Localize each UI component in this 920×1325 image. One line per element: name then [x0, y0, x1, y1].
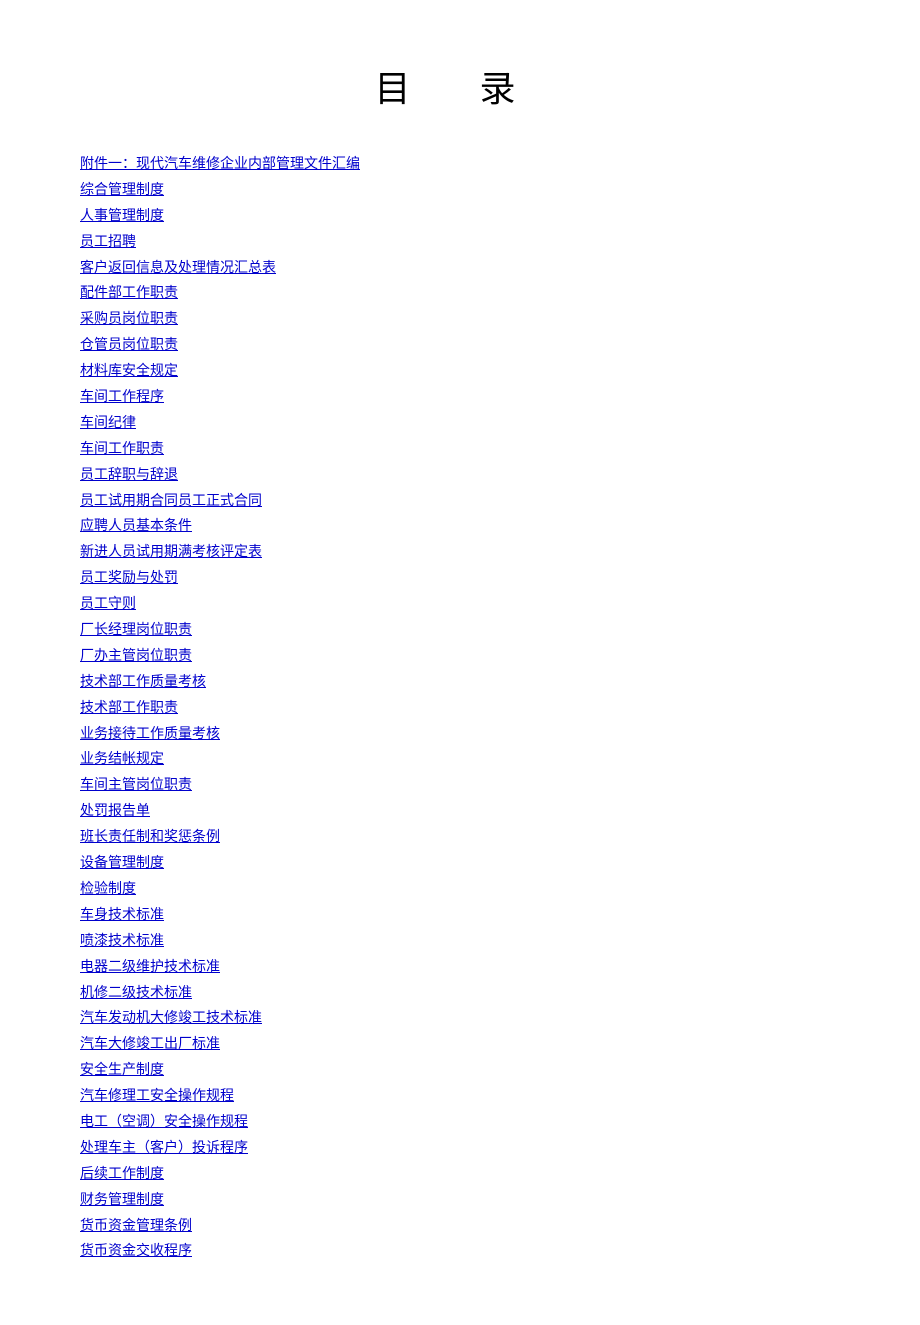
toc-item: 车间工作职责 — [80, 437, 840, 463]
toc-item: 设备管理制度 — [80, 851, 840, 877]
toc-item: 员工招聘 — [80, 230, 840, 256]
toc-link-14[interactable]: 应聘人员基本条件 — [80, 519, 192, 534]
toc-link-34[interactable]: 汽车大修竣工出厂标准 — [80, 1037, 220, 1052]
toc-link-35[interactable]: 安全生产制度 — [80, 1063, 164, 1078]
toc-item: 采购员岗位职责 — [80, 307, 840, 333]
toc-item: 财务管理制度 — [80, 1188, 840, 1214]
toc-item: 机修二级技术标准 — [80, 981, 840, 1007]
toc-link-30[interactable]: 喷漆技术标准 — [80, 934, 164, 949]
toc-link-32[interactable]: 机修二级技术标准 — [80, 986, 192, 1001]
toc-item: 汽车发动机大修竣工技术标准 — [80, 1006, 840, 1032]
toc-item: 班长责任制和奖惩条例 — [80, 825, 840, 851]
toc-link-36[interactable]: 汽车修理工安全操作规程 — [80, 1089, 234, 1104]
toc-link-1[interactable]: 综合管理制度 — [80, 183, 164, 198]
toc-item: 仓管员岗位职责 — [80, 333, 840, 359]
toc-link-17[interactable]: 员工守则 — [80, 597, 136, 612]
toc-item: 处理车主（客户）投诉程序 — [80, 1136, 840, 1162]
toc-link-10[interactable]: 车间纪律 — [80, 416, 136, 431]
toc-link-16[interactable]: 员工奖励与处罚 — [80, 571, 178, 586]
toc-link-40[interactable]: 财务管理制度 — [80, 1193, 164, 1208]
toc-link-9[interactable]: 车间工作程序 — [80, 390, 164, 405]
toc-item: 厂办主管岗位职责 — [80, 644, 840, 670]
toc-link-2[interactable]: 人事管理制度 — [80, 209, 164, 224]
toc-item: 车间工作程序 — [80, 385, 840, 411]
toc-link-20[interactable]: 技术部工作质量考核 — [80, 675, 206, 690]
toc-link-39[interactable]: 后续工作制度 — [80, 1167, 164, 1182]
toc-item: 员工辞职与辞退 — [80, 463, 840, 489]
toc-link-26[interactable]: 班长责任制和奖惩条例 — [80, 830, 220, 845]
toc-link-15[interactable]: 新进人员试用期满考核评定表 — [80, 545, 262, 560]
toc-link-22[interactable]: 业务接待工作质量考核 — [80, 727, 220, 742]
toc-link-24[interactable]: 车间主管岗位职责 — [80, 778, 192, 793]
toc-link-12[interactable]: 员工辞职与辞退 — [80, 468, 178, 483]
toc-link-19[interactable]: 厂办主管岗位职责 — [80, 649, 192, 664]
toc-item: 客户返回信息及处理情况汇总表 — [80, 256, 840, 282]
toc-item: 业务结帐规定 — [80, 747, 840, 773]
toc-item: 员工试用期合同员工正式合同 — [80, 489, 840, 515]
toc-link-28[interactable]: 检验制度 — [80, 882, 136, 897]
toc-item: 应聘人员基本条件 — [80, 514, 840, 540]
toc-link-25[interactable]: 处罚报告单 — [80, 804, 150, 819]
toc-item: 材料库安全规定 — [80, 359, 840, 385]
toc-item: 处罚报告单 — [80, 799, 840, 825]
toc-link-27[interactable]: 设备管理制度 — [80, 856, 164, 871]
toc-item: 车身技术标准 — [80, 903, 840, 929]
toc-item: 货币资金管理条例 — [80, 1214, 840, 1240]
toc-link-3[interactable]: 员工招聘 — [80, 235, 136, 250]
toc-item: 货币资金交收程序 — [80, 1239, 840, 1265]
toc-item: 人事管理制度 — [80, 204, 840, 230]
toc-item: 喷漆技术标准 — [80, 929, 840, 955]
toc-link-4[interactable]: 客户返回信息及处理情况汇总表 — [80, 261, 276, 276]
toc-item: 厂长经理岗位职责 — [80, 618, 840, 644]
toc-item: 电器二级维护技术标准 — [80, 955, 840, 981]
toc-list: 附件一：现代汽车维修企业内部管理文件汇编综合管理制度人事管理制度员工招聘客户返回… — [80, 152, 840, 1265]
toc-item: 附件一：现代汽车维修企业内部管理文件汇编 — [80, 152, 840, 178]
toc-link-7[interactable]: 仓管员岗位职责 — [80, 338, 178, 353]
toc-item: 新进人员试用期满考核评定表 — [80, 540, 840, 566]
toc-item: 员工守则 — [80, 592, 840, 618]
toc-link-21[interactable]: 技术部工作职责 — [80, 701, 178, 716]
toc-item: 汽车修理工安全操作规程 — [80, 1084, 840, 1110]
toc-item: 综合管理制度 — [80, 178, 840, 204]
toc-link-6[interactable]: 采购员岗位职责 — [80, 312, 178, 327]
toc-link-29[interactable]: 车身技术标准 — [80, 908, 164, 923]
toc-link-31[interactable]: 电器二级维护技术标准 — [80, 960, 220, 975]
toc-item: 技术部工作质量考核 — [80, 670, 840, 696]
toc-link-13[interactable]: 员工试用期合同员工正式合同 — [80, 494, 262, 509]
page-title: 目 录 — [80, 60, 840, 112]
toc-item: 车间主管岗位职责 — [80, 773, 840, 799]
toc-link-23[interactable]: 业务结帐规定 — [80, 752, 164, 767]
toc-item: 业务接待工作质量考核 — [80, 722, 840, 748]
toc-link-5[interactable]: 配件部工作职责 — [80, 286, 178, 301]
toc-item: 检验制度 — [80, 877, 840, 903]
toc-link-38[interactable]: 处理车主（客户）投诉程序 — [80, 1141, 248, 1156]
toc-item: 员工奖励与处罚 — [80, 566, 840, 592]
toc-link-33[interactable]: 汽车发动机大修竣工技术标准 — [80, 1011, 262, 1026]
toc-link-42[interactable]: 货币资金交收程序 — [80, 1244, 192, 1259]
toc-link-18[interactable]: 厂长经理岗位职责 — [80, 623, 192, 638]
toc-item: 配件部工作职责 — [80, 281, 840, 307]
toc-item: 技术部工作职责 — [80, 696, 840, 722]
toc-item: 汽车大修竣工出厂标准 — [80, 1032, 840, 1058]
toc-link-0[interactable]: 附件一：现代汽车维修企业内部管理文件汇编 — [80, 157, 360, 172]
toc-link-11[interactable]: 车间工作职责 — [80, 442, 164, 457]
toc-link-8[interactable]: 材料库安全规定 — [80, 364, 178, 379]
toc-item: 电工（空调）安全操作规程 — [80, 1110, 840, 1136]
toc-link-41[interactable]: 货币资金管理条例 — [80, 1219, 192, 1234]
toc-item: 后续工作制度 — [80, 1162, 840, 1188]
toc-item: 安全生产制度 — [80, 1058, 840, 1084]
toc-item: 车间纪律 — [80, 411, 840, 437]
toc-link-37[interactable]: 电工（空调）安全操作规程 — [80, 1115, 248, 1130]
